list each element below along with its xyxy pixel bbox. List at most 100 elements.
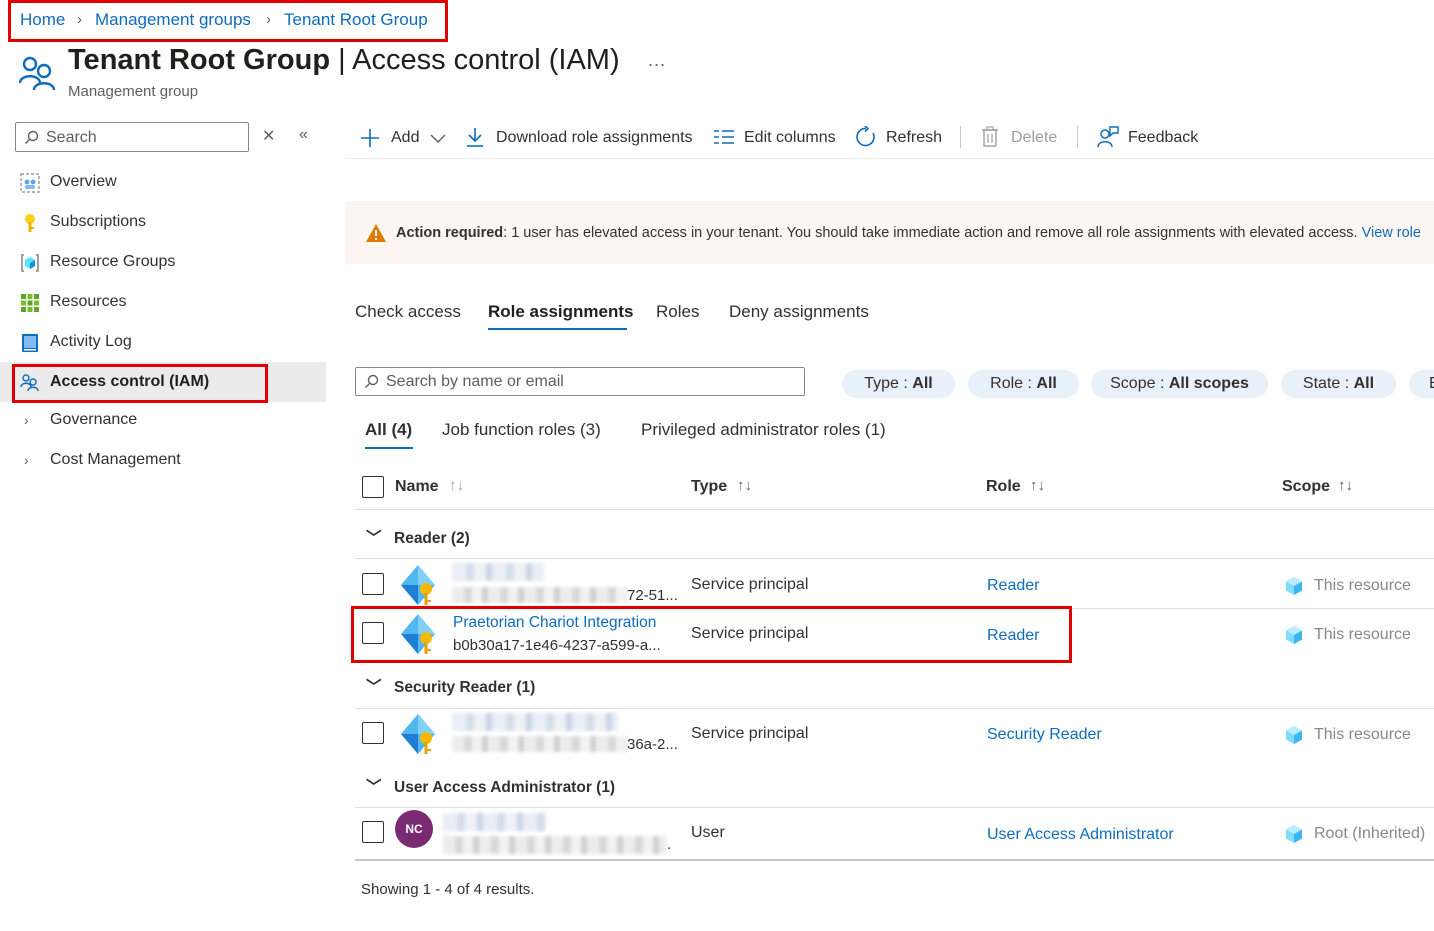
- row-scope: Root (Inherited): [1314, 825, 1426, 842]
- subtab-all[interactable]: All (4): [365, 420, 412, 440]
- add-label: Add: [391, 129, 420, 146]
- columns-icon: [714, 130, 734, 144]
- redacted-email: [443, 836, 667, 854]
- row-checkbox[interactable]: [362, 821, 384, 843]
- row-divider: [355, 708, 1434, 709]
- sidebar-item-resource-groups[interactable]: Resource Groups: [0, 242, 326, 282]
- service-principal-icon: [401, 565, 435, 605]
- clear-search-icon[interactable]: ✕: [262, 126, 275, 146]
- subtab-privileged[interactable]: Privileged administrator roles (1): [641, 420, 886, 440]
- filter-role[interactable]: Role : All: [968, 370, 1079, 398]
- add-button[interactable]: Add: [360, 126, 450, 150]
- banner-message: : 1 user has elevated access in your ten…: [503, 225, 1362, 241]
- column-scope[interactable]: Scope: [1282, 478, 1330, 496]
- redacted-id: [452, 736, 627, 752]
- edit-columns-button[interactable]: Edit columns: [713, 126, 838, 150]
- more-options-icon[interactable]: ...: [648, 50, 666, 71]
- toolbar-divider: [1077, 126, 1078, 148]
- service-principal-icon: [401, 714, 435, 754]
- tab-role-assignments[interactable]: Role assignments: [488, 302, 634, 322]
- row-checkbox[interactable]: [362, 573, 384, 595]
- row-id-tail: 36a-2...: [627, 736, 678, 753]
- toolbar-divider: [960, 126, 961, 148]
- sort-icon[interactable]: ↑↓: [1338, 477, 1353, 494]
- tab-underline: [488, 328, 627, 330]
- column-name[interactable]: Name: [395, 478, 439, 496]
- breadcrumb-chevron-icon: ›: [266, 11, 271, 28]
- select-all-checkbox[interactable]: [362, 476, 384, 498]
- row-role-link[interactable]: Reader: [987, 577, 1039, 595]
- delete-button[interactable]: Delete: [981, 126, 1061, 150]
- breadcrumb-home[interactable]: Home: [20, 10, 65, 30]
- collapse-sidebar-icon[interactable]: «: [299, 126, 308, 144]
- resource-group-icon: [21, 254, 39, 272]
- filter-state[interactable]: State : All: [1281, 370, 1396, 398]
- filter-type[interactable]: Type : All: [842, 370, 955, 398]
- sidebar-item-label: Resource Groups: [50, 253, 176, 270]
- sidebar-item-cost-management[interactable]: › Cost Management: [0, 440, 326, 480]
- plus-icon: [361, 129, 379, 147]
- filter-scope[interactable]: Scope : All scopes: [1091, 370, 1268, 398]
- key-icon: [25, 214, 35, 232]
- sidebar-item-governance[interactable]: › Governance: [0, 400, 326, 440]
- sidebar-item-label: Cost Management: [50, 451, 181, 468]
- breadcrumb-chevron-icon: ›: [77, 11, 82, 28]
- chevron-right-icon: ›: [24, 412, 29, 428]
- avatar: NC: [395, 810, 433, 848]
- row-divider: [355, 558, 1434, 559]
- sidebar-item-overview[interactable]: Overview: [0, 162, 326, 202]
- chevron-down-icon: ﹀: [366, 679, 382, 696]
- sidebar-item-activity-log[interactable]: Activity Log: [0, 322, 326, 362]
- search-icon: [25, 130, 39, 144]
- download-icon: [467, 128, 483, 147]
- tab-roles[interactable]: Roles: [656, 302, 699, 322]
- group-user-access-administrator[interactable]: ﹀ User Access Administrator (1): [366, 775, 615, 797]
- feedback-icon: [1097, 126, 1119, 148]
- chevron-right-icon: ›: [24, 452, 29, 468]
- tab-check-access[interactable]: Check access: [355, 302, 461, 322]
- row-email-tail: .: [667, 836, 672, 853]
- sidebar-item-resources[interactable]: Resources: [0, 282, 326, 322]
- breadcrumb-management-groups[interactable]: Management groups: [95, 10, 251, 30]
- download-role-assignments-button[interactable]: Download role assignments: [466, 126, 696, 150]
- page-title-resource: Tenant Root Group: [68, 44, 331, 76]
- cube-icon: [1286, 626, 1302, 644]
- sidebar-item-subscriptions[interactable]: Subscriptions: [0, 202, 326, 242]
- action-required-banner: Action required: 1 user has elevated acc…: [345, 201, 1434, 264]
- row-checkbox[interactable]: [362, 722, 384, 744]
- row-divider: [355, 859, 1434, 861]
- page-title-blade: Access control (IAM): [352, 44, 620, 76]
- subtab-job-function[interactable]: Job function roles (3): [442, 420, 601, 440]
- filter-more[interactable]: E: [1409, 370, 1434, 398]
- sidebar-item-label: Governance: [50, 411, 138, 428]
- feedback-button[interactable]: Feedback: [1097, 126, 1202, 150]
- sidebar-item-label: Activity Log: [50, 333, 132, 350]
- sort-icon[interactable]: ↑↓: [1030, 477, 1045, 494]
- group-reader[interactable]: ﹀ Reader (2): [366, 526, 470, 548]
- row-scope: This resource: [1314, 726, 1411, 743]
- page-title: Tenant Root Group | Access control (IAM): [68, 44, 620, 76]
- header-divider: [355, 509, 1434, 510]
- sidebar-search-input[interactable]: Search: [15, 122, 249, 152]
- breadcrumb-tenant-root-group[interactable]: Tenant Root Group: [284, 10, 428, 30]
- column-type[interactable]: Type: [691, 478, 727, 496]
- sidebar-item-label: Overview: [50, 173, 117, 190]
- row-role-link[interactable]: Security Reader: [987, 726, 1102, 744]
- column-role[interactable]: Role: [986, 478, 1021, 496]
- users-group-icon: [18, 56, 56, 91]
- sort-icon[interactable]: ↑↓: [449, 477, 464, 494]
- banner-text: Action required: 1 user has elevated acc…: [396, 225, 1421, 241]
- tab-deny-assignments[interactable]: Deny assignments: [729, 302, 869, 322]
- row-role-link[interactable]: User Access Administrator: [987, 826, 1174, 844]
- chevron-down-icon: ﹀: [366, 530, 382, 547]
- sidebar-item-label: Subscriptions: [50, 213, 147, 230]
- group-security-reader[interactable]: ﹀ Security Reader (1): [366, 675, 535, 697]
- sort-icon[interactable]: ↑↓: [737, 477, 752, 494]
- chevron-down-icon: [430, 134, 446, 143]
- refresh-button[interactable]: Refresh: [855, 126, 945, 150]
- banner-bold: Action required: [396, 225, 504, 241]
- warning-icon: [366, 224, 386, 242]
- cube-icon: [1286, 726, 1302, 744]
- view-role-link[interactable]: View role: [1362, 225, 1421, 241]
- search-by-name-input[interactable]: Search by name or email: [355, 367, 805, 396]
